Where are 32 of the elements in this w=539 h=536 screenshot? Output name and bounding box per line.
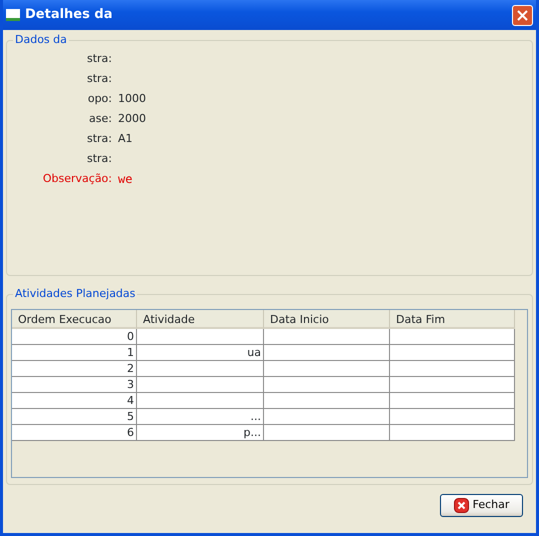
table-cell: 0 [12, 329, 137, 345]
field-label: stra: [86, 150, 113, 167]
table-cell: 3 [12, 377, 137, 393]
field-value: we [118, 171, 132, 188]
close-button[interactable] [512, 4, 533, 26]
table-cell: ... [137, 409, 264, 425]
field-label: stra: [86, 130, 113, 147]
field-label: stra: [86, 70, 113, 87]
field-label: stra: [86, 50, 113, 67]
table-cell: 2 [12, 361, 137, 377]
column-header[interactable]: Data Inicio [264, 310, 390, 329]
group-title: Atividades Planejadas [13, 287, 138, 301]
window-icon [5, 7, 21, 23]
table-cell: 6 [12, 425, 137, 441]
column-header[interactable]: Data Fim [390, 310, 515, 329]
field-label: opo: [86, 90, 113, 107]
table-cell: p... [137, 425, 264, 441]
close-icon [517, 10, 528, 20]
table-cell: 5 [12, 409, 137, 425]
close-button[interactable]: Fechar [440, 494, 523, 517]
table-cell: 4 [12, 393, 137, 409]
column-header[interactable]: Ordem Execucao [12, 310, 137, 329]
field-label: Observação: [42, 170, 113, 187]
column-header[interactable]: Atividade [137, 310, 264, 329]
window-title: Detalhes da [25, 6, 112, 24]
table-cell: 1 [12, 345, 137, 361]
field-label: ase: [88, 110, 113, 127]
close-icon [454, 498, 469, 513]
field-value: A1 [118, 130, 133, 147]
field-value: 2000 [118, 110, 146, 127]
table-cell: ua [137, 345, 264, 361]
field-value: 1000 [118, 90, 146, 107]
